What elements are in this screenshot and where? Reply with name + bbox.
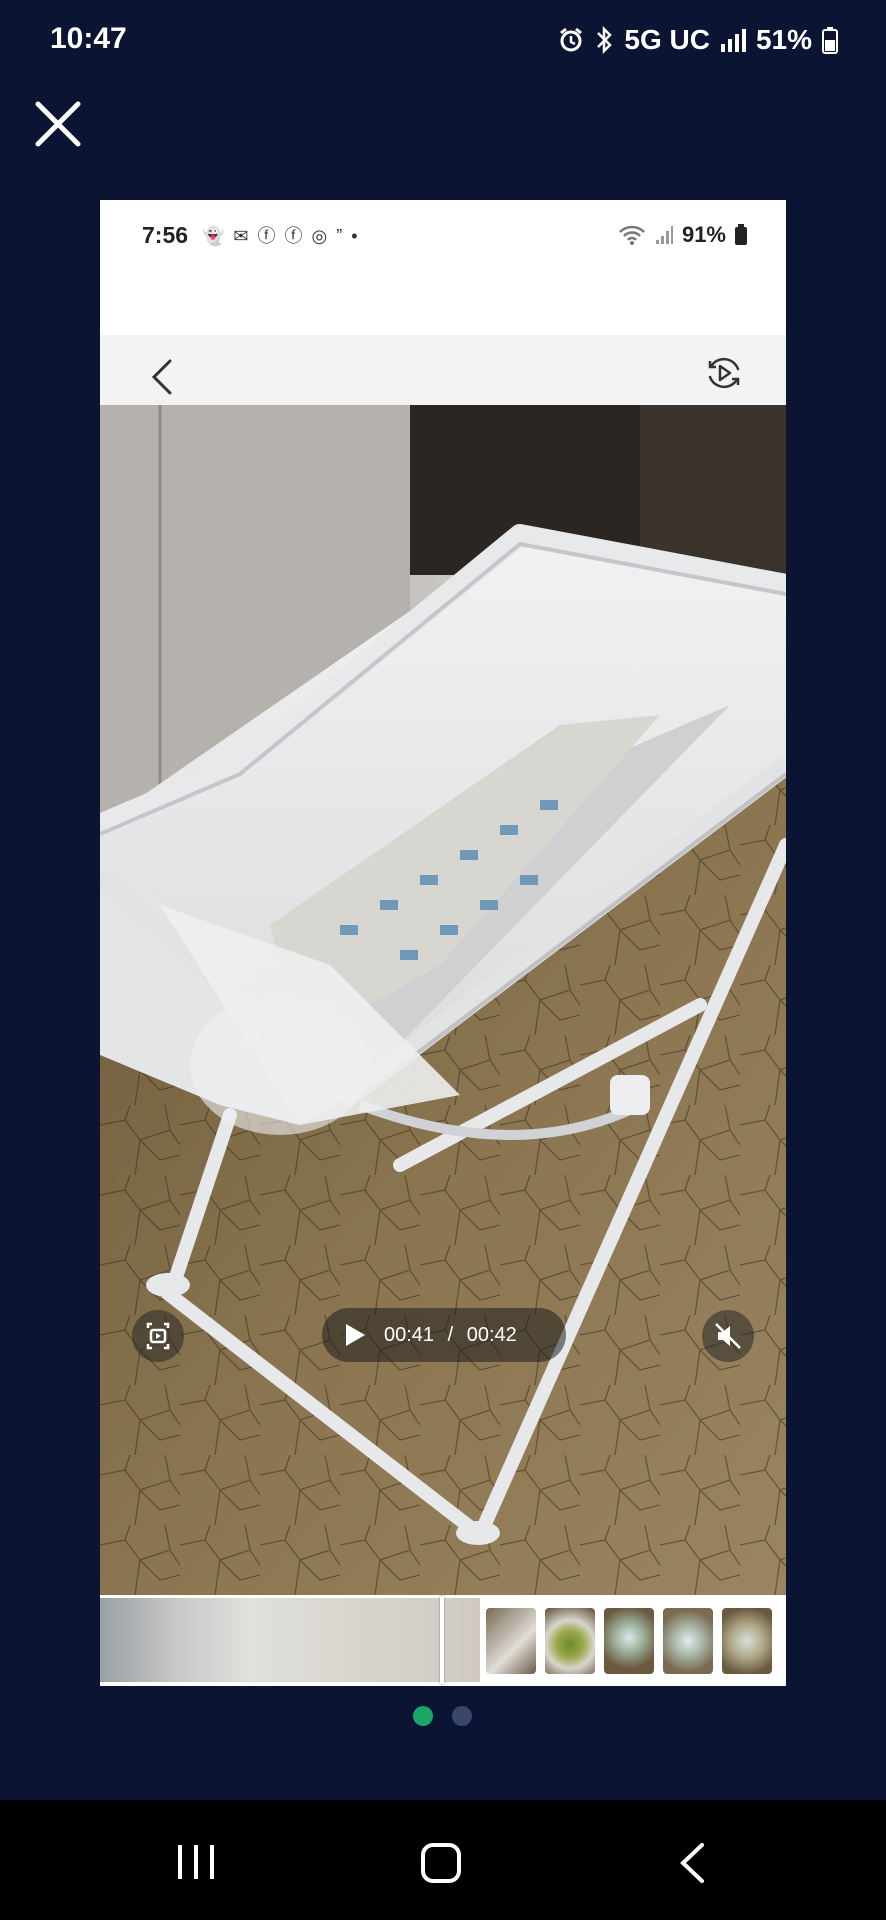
status-bar-icons: 5G UC 51%	[558, 24, 838, 56]
bassinet-photo[interactable]	[100, 405, 786, 1595]
gallery-thumbnail[interactable]	[545, 1608, 595, 1674]
inner-notification-icons: 👻 ✉ ⓕ ⓕ ◎ ” •	[202, 226, 360, 246]
inner-status-time: 7:56	[142, 222, 189, 248]
video-time-separator: /	[447, 1323, 454, 1346]
signal-icon	[720, 29, 746, 52]
page-indicator-dot[interactable]	[452, 1706, 472, 1726]
inner-status-icons: 91%	[618, 222, 748, 248]
inner-signal-icon	[655, 226, 673, 244]
play-icon[interactable]	[344, 1323, 366, 1347]
gallery-thumbnail[interactable]	[604, 1608, 654, 1674]
motion-photo-icon[interactable]	[704, 353, 744, 393]
mute-icon	[715, 1323, 741, 1349]
inner-battery-icon	[735, 224, 747, 245]
wifi-icon	[619, 225, 645, 245]
filmstrip-frames[interactable]	[100, 1598, 480, 1682]
mute-button[interactable]	[702, 1310, 754, 1362]
alarm-icon	[560, 27, 583, 52]
back-arrow-icon[interactable]	[148, 357, 176, 397]
video-filmstrip[interactable]	[100, 1596, 786, 1684]
inner-status-bar: 7:56 👻 ✉ ⓕ ⓕ ◎ ” • 91%	[100, 200, 786, 335]
gallery-thumbnail[interactable]	[486, 1608, 536, 1674]
page-indicator-dot-active[interactable]	[413, 1706, 433, 1726]
system-navigation-bar	[0, 1800, 886, 1920]
recent-apps-icon[interactable]	[174, 1842, 218, 1882]
video-current-time: 00:41	[384, 1323, 435, 1346]
battery-percent: 51%	[755, 24, 812, 55]
gallery-thumbnail[interactable]	[663, 1608, 713, 1674]
filmstrip-playhead[interactable]	[440, 1596, 444, 1684]
status-bar-time: 10:47	[50, 22, 127, 55]
capture-frame-button[interactable]	[132, 1310, 184, 1362]
back-icon[interactable]	[678, 1842, 706, 1884]
inner-battery-percent: 91%	[681, 222, 726, 247]
screenshot-card[interactable]: 7:56 👻 ✉ ⓕ ⓕ ◎ ” • 91% 00:41 / 00:42	[100, 200, 786, 1686]
video-playback-control[interactable]: 00:41 / 00:42	[322, 1308, 566, 1362]
bluetooth-icon	[597, 26, 613, 54]
gallery-thumbnail[interactable]	[722, 1608, 772, 1674]
capture-frame-icon	[146, 1322, 170, 1350]
battery-icon	[822, 27, 838, 54]
gallery-top-bar	[100, 335, 786, 405]
home-icon[interactable]	[420, 1842, 462, 1884]
video-total-time: 00:42	[466, 1323, 517, 1346]
close-icon[interactable]	[32, 98, 84, 150]
network-type-label: 5G UC	[624, 24, 710, 55]
